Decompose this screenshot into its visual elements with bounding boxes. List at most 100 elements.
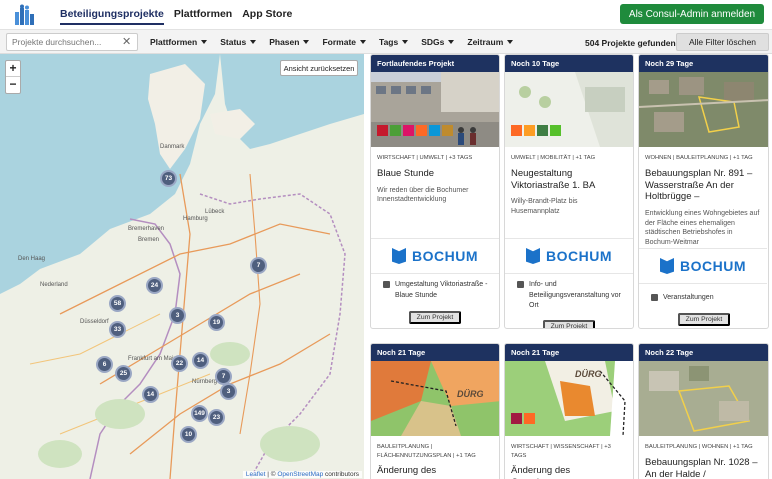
filter-dropdowns: Plattformen Status Phasen Formate Tags S… xyxy=(150,37,526,47)
map-background xyxy=(0,54,364,479)
clear-filters-button[interactable]: Alle Filter löschen xyxy=(676,33,769,51)
map-cluster-marker[interactable]: 58 xyxy=(109,295,126,312)
map-attribution: Leaflet | © OpenStreetMap contributors xyxy=(242,471,362,478)
card-title[interactable]: Blaue Stunde xyxy=(371,163,499,180)
filter-zeitraum[interactable]: Zeitraum xyxy=(467,37,514,47)
map-label-hamburg: Hamburg xyxy=(183,216,208,222)
card-status: Noch 22 Tage xyxy=(639,344,768,361)
project-card[interactable]: Noch 21 Tage DÜRG BAULEITPLANUNG | FLÄCH… xyxy=(370,343,500,479)
project-card[interactable]: Noch 21 Tage DÜRG WIRTSCHAFT | WISSENSCH… xyxy=(504,343,634,479)
main-nav: Beteiligungsprojekte Plattformen App Sto… xyxy=(60,8,292,25)
card-next-event: Umgestaltung Viktoriastraße - Blaue Stun… xyxy=(371,280,499,301)
map-cluster-marker[interactable]: 14 xyxy=(192,352,209,369)
map-cluster-marker[interactable]: 6 xyxy=(96,356,113,373)
to-project-button[interactable]: Zum Projekt xyxy=(409,311,461,324)
card-map-label: DÜRG xyxy=(457,389,484,399)
map-cluster-marker[interactable]: 73 xyxy=(160,170,177,187)
card-tags: BAULEITPLANUNG | FLÄCHENNUTZUNGSPLAN | +… xyxy=(377,444,476,459)
project-card[interactable]: Noch 10 Tage UMWELT | MOBILITÄT | +1 TAG… xyxy=(504,54,634,329)
caret-down-icon xyxy=(402,40,409,44)
card-status: Noch 21 Tage xyxy=(505,344,633,361)
bochum-logo-icon xyxy=(660,258,674,274)
map-label-luebeck: Lübeck xyxy=(205,209,225,215)
reset-view-button[interactable]: Ansicht zurücksetzen xyxy=(280,60,358,76)
card-image xyxy=(639,361,768,436)
nav-beteiligungsprojekte[interactable]: Beteiligungsprojekte xyxy=(60,8,164,25)
card-description: Willy-Brandt-Platz bis Husemannplatz xyxy=(511,198,578,215)
platform-logo: BOCHUM xyxy=(371,238,499,274)
zoom-in-button[interactable]: + xyxy=(6,61,20,77)
card-image xyxy=(371,72,499,147)
clear-search-icon[interactable]: ✕ xyxy=(122,35,131,48)
map-label-bremen: Bremen xyxy=(138,237,160,243)
card-title[interactable]: Änderung des xyxy=(371,460,499,477)
map-cluster-marker[interactable]: 10 xyxy=(180,426,197,443)
card-image: DÜRG xyxy=(505,361,633,436)
project-card[interactable]: Noch 22 Tage BAULEITPLANUNG | WOHNEN | +… xyxy=(638,343,769,479)
platform-logo: BOCHUM xyxy=(505,238,633,274)
card-title[interactable]: Änderung des Gemeinsamen xyxy=(505,460,633,479)
map-cluster-marker[interactable]: 19 xyxy=(208,314,225,331)
leaflet-link[interactable]: Leaflet xyxy=(246,471,266,478)
filter-status[interactable]: Status xyxy=(220,37,257,47)
card-title[interactable]: Bebauungsplan Nr. 891 – Wasserstraße An … xyxy=(639,163,768,204)
project-cards-grid: Fortlaufendes Projekt WIRTSCHAFT | UMWEL… xyxy=(367,54,772,479)
map-label-den-haag: Den Haag xyxy=(18,256,46,262)
search-input[interactable] xyxy=(6,33,138,51)
card-description: Entwicklung eines Wohngebietes auf der F… xyxy=(645,210,760,246)
map-label-nuernberg: Nürnberg xyxy=(192,379,218,385)
caret-down-icon xyxy=(448,40,455,44)
map-cluster-marker[interactable]: 3 xyxy=(169,307,186,324)
map-label-bremerhaven: Bremerhaven xyxy=(128,226,165,232)
filter-phasen[interactable]: Phasen xyxy=(269,37,310,47)
card-next-event: Veranstaltungen xyxy=(639,293,767,304)
map-cluster-marker[interactable]: 33 xyxy=(109,321,126,338)
map-cluster-marker[interactable]: 25 xyxy=(115,365,132,382)
map-label-frankfurt: Frankfurt am Main xyxy=(128,356,177,362)
card-status: Noch 29 Tage xyxy=(639,55,768,72)
map-cluster-marker[interactable]: 24 xyxy=(146,277,163,294)
osm-link[interactable]: OpenStreetMap xyxy=(277,471,323,478)
platform-logo: BOCHUM xyxy=(639,248,767,284)
card-status: Noch 21 Tage xyxy=(371,344,499,361)
caret-down-icon xyxy=(360,40,367,44)
card-aerial-image xyxy=(639,361,768,436)
map-cluster-marker[interactable]: 23 xyxy=(208,409,225,426)
card-next-event: Info- und Beteiligungsveranstaltung vor … xyxy=(505,280,633,312)
map-cluster-marker[interactable]: 14 xyxy=(142,386,159,403)
caret-down-icon xyxy=(507,40,514,44)
to-project-button[interactable]: Zum Projekt xyxy=(543,320,595,328)
filter-formate[interactable]: Formate xyxy=(322,37,367,47)
nav-plattformen[interactable]: Plattformen xyxy=(174,8,232,25)
filter-tags[interactable]: Tags xyxy=(379,37,409,47)
card-image xyxy=(505,72,633,147)
map-cluster-marker[interactable]: 149 xyxy=(191,405,208,422)
caret-down-icon xyxy=(303,40,310,44)
map-cluster-marker[interactable]: 3 xyxy=(220,383,237,400)
to-project-button[interactable]: Zum Projekt xyxy=(678,313,730,326)
calendar-icon xyxy=(383,281,390,288)
card-plan-image xyxy=(505,72,633,147)
project-card[interactable]: Fortlaufendes Projekt WIRTSCHAFT | UMWEL… xyxy=(370,54,500,329)
card-tags: WIRTSCHAFT | WISSENSCHAFT | +3 TAGS xyxy=(511,444,611,459)
filter-bar: ✕ Plattformen Status Phasen Formate Tags… xyxy=(0,30,772,54)
consul-logo-icon[interactable] xyxy=(14,4,36,26)
bochum-logo-icon xyxy=(526,248,540,264)
nav-app-store[interactable]: App Store xyxy=(242,8,292,25)
map-label-danmark: Danmark xyxy=(160,144,185,150)
caret-down-icon xyxy=(201,40,208,44)
zoom-out-button[interactable]: − xyxy=(6,77,20,93)
project-map[interactable]: Danmark Hamburg Bremen Den Haag Nederlan… xyxy=(0,54,364,479)
card-description: Wir reden über die Bochumer Innenstadten… xyxy=(377,186,469,203)
card-map-label: DÜRG xyxy=(575,369,602,379)
caret-down-icon xyxy=(250,40,257,44)
admin-login-button[interactable]: Als Consul-Admin anmelden xyxy=(620,4,764,24)
filter-plattformen[interactable]: Plattformen xyxy=(150,37,208,47)
zoom-control: + − xyxy=(5,60,21,94)
card-title[interactable]: Bebauungsplan Nr. 1028 – An der Halde / xyxy=(639,452,768,479)
card-title[interactable]: Neugestaltung Viktoriastraße 1. BA xyxy=(505,163,633,192)
project-card[interactable]: Noch 29 Tage WOHNEN | BAULEITPLANUNG | +… xyxy=(638,54,769,329)
map-cluster-marker[interactable]: 22 xyxy=(171,355,188,372)
filter-sdgs[interactable]: SDGs xyxy=(421,37,455,47)
map-cluster-marker[interactable]: 7 xyxy=(250,257,267,274)
